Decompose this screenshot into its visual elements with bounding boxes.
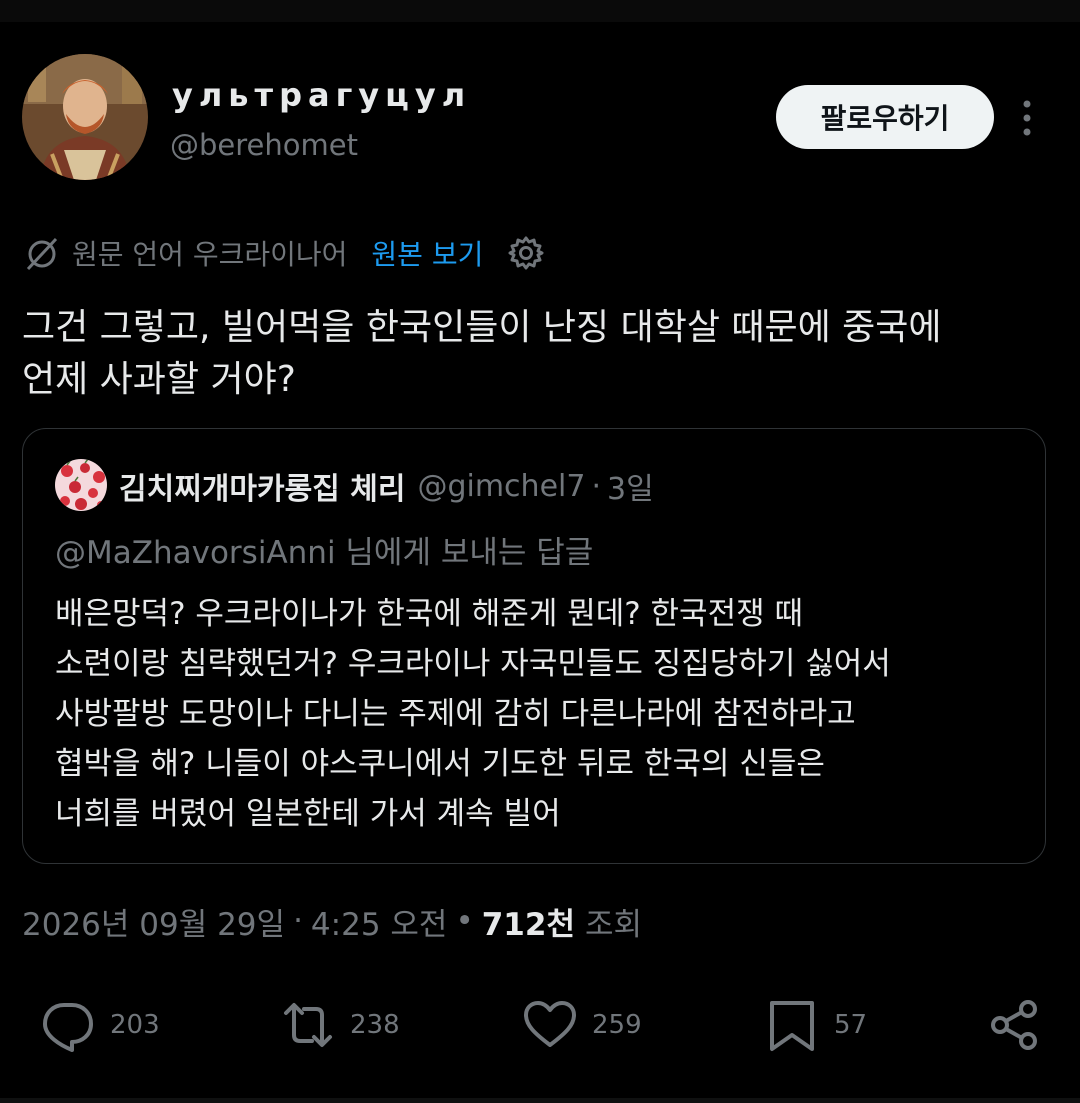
retweet-icon <box>284 1003 332 1047</box>
quoted-author-avatar[interactable] <box>55 459 107 511</box>
header-separator: · <box>591 468 601 504</box>
bottom-divider <box>0 1098 1080 1103</box>
meta-bullet: • <box>455 903 474 939</box>
gear-icon[interactable] <box>507 234 545 272</box>
view-label: 조회 <box>584 906 643 943</box>
retweet-button[interactable]: 238 <box>280 990 400 1060</box>
bookmark-count: 57 <box>834 1010 868 1040</box>
tweet-time[interactable]: 4:25 오전 <box>311 899 448 944</box>
tweet-text-line: 그건 그렇고, 빌어먹을 한국인들이 난징 대학살 때문에 중국에 <box>22 307 942 348</box>
quoted-tweet-time[interactable]: 3일 <box>607 464 654 508</box>
quoted-body-line: 협박을 해? 니들이 야스쿠니에서 기도한 뒤로 한국의 신들은 <box>55 746 825 782</box>
view-count: 712천 <box>481 906 575 943</box>
share-button[interactable] <box>986 990 1042 1060</box>
quoted-tweet-body: 배은망덕? 우크라이나가 한국에 해준게 뭔데? 한국전쟁 때 소련이랑 침략했… <box>55 589 1030 839</box>
tweet-date[interactable]: 2026년 09월 29일 <box>22 899 285 944</box>
share-icon <box>991 1000 1037 1050</box>
retweet-count: 238 <box>350 1010 400 1040</box>
reply-icon <box>43 1003 93 1052</box>
quoted-body-line: 소련이랑 침략했던거? 우크라이나 자국민들도 징집당하기 싫어서 <box>55 646 891 682</box>
quoted-tweet-card[interactable]: 김치찌개마카롱집 체리 @gimchel7 · 3일 @MaZhavorsiAn… <box>22 428 1046 864</box>
tweet-text: 그건 그렇고, 빌어먹을 한국인들이 난징 대학살 때문에 중국에 언제 사과할… <box>22 302 1052 406</box>
quoted-tweet-header: 김치찌개마카롱집 체리 @gimchel7 · 3일 <box>119 463 654 509</box>
more-options-icon[interactable] <box>1012 98 1042 138</box>
bookmark-icon <box>770 1001 814 1051</box>
bookmark-button[interactable]: 57 <box>764 990 867 1060</box>
heart-icon <box>524 1001 576 1047</box>
quoted-author-handle[interactable]: @gimchel7 <box>417 469 585 504</box>
quoted-body-line: 너희를 버렸어 일본한테 가서 계속 빌어 <box>55 796 561 832</box>
quoted-body-line: 배은망덕? 우크라이나가 한국에 해준게 뭔데? 한국전쟁 때 <box>55 596 803 632</box>
quoted-body-line: 사방팔방 도망이나 다니는 주제에 감히 다른나라에 참전하라고 <box>55 696 856 732</box>
follow-button[interactable]: 팔로우하기 <box>776 85 994 149</box>
author-avatar[interactable] <box>22 54 148 180</box>
tweet-meta: 2026년 09월 29일 · 4:25 오전 • 712천 조회 <box>22 896 642 946</box>
reply-count: 203 <box>110 1010 160 1040</box>
like-button[interactable]: 259 <box>522 990 642 1060</box>
quoted-author-name[interactable]: 김치찌개마카롱집 체리 <box>119 464 405 508</box>
translation-source-label: 원문 언어 우크라이나어 <box>72 238 348 271</box>
reply-button[interactable]: 203 <box>40 990 160 1060</box>
action-bar: 203 238 259 57 <box>0 990 1080 1060</box>
top-bar <box>0 0 1080 22</box>
author-display-name[interactable]: ультрагуцул <box>172 76 471 114</box>
show-original-link[interactable]: 원본 보기 <box>371 233 483 273</box>
translate-icon <box>26 237 58 271</box>
replying-to-label: @MaZhavorsiAnni 님에게 보내는 답글 <box>55 535 594 571</box>
translation-bar: 원문 언어 우크라이나어 원본 보기 <box>22 230 545 276</box>
meta-separator: · <box>293 903 303 939</box>
tweet-text-line: 언제 사과할 거야? <box>22 359 296 400</box>
like-count: 259 <box>592 1010 642 1040</box>
author-handle[interactable]: @berehomet <box>170 128 358 162</box>
